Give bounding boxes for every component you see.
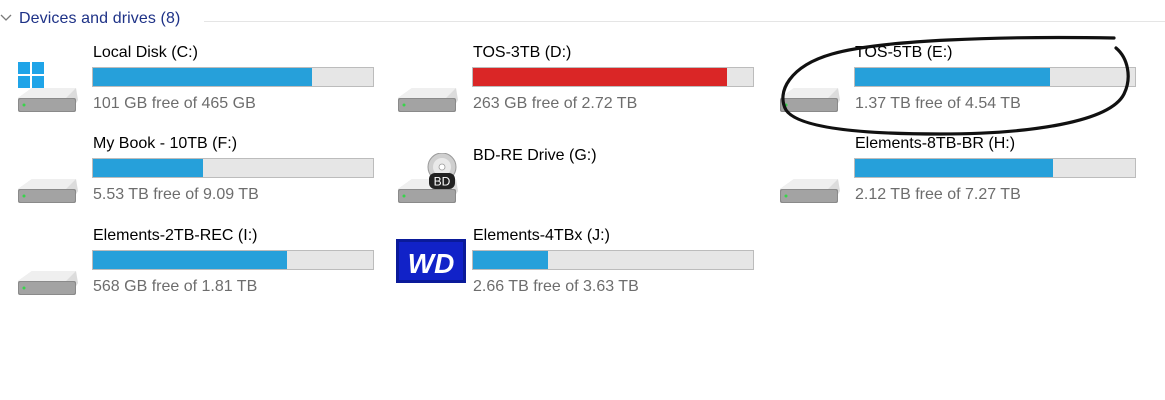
free-space-text: 568 GB free of 1.81 TB <box>93 278 258 295</box>
drive-name: Local Disk (C:) <box>93 44 198 61</box>
free-space-text: 101 GB free of 465 GB <box>93 95 256 112</box>
chevron-down-icon[interactable] <box>0 12 12 24</box>
group-divider <box>204 21 1165 22</box>
drive-name: My Book - 10TB (F:) <box>93 135 238 152</box>
drive-item-h[interactable]: Elements-8TB-BR (H:) 2.12 TB free of 7.2… <box>778 133 1158 213</box>
capacity-bar <box>854 158 1136 178</box>
bd-badge-text: BD <box>434 175 451 189</box>
drive-name: BD-RE Drive (G:) <box>473 147 597 164</box>
hard-drive-icon <box>18 179 78 203</box>
drive-item-g[interactable]: BD BD-RE Drive (G:) <box>396 133 776 213</box>
capacity-bar-fill <box>93 68 313 86</box>
capacity-bar <box>854 67 1136 87</box>
drive-name: Elements-4TBx (J:) <box>473 227 610 244</box>
drive-item-f[interactable]: My Book - 10TB (F:) 5.53 TB free of 9.09… <box>16 133 396 213</box>
drive-item-e[interactable]: TOS-5TB (E:) 1.37 TB free of 4.54 TB <box>778 42 1158 122</box>
hard-drive-icon <box>398 88 458 112</box>
capacity-bar <box>92 67 374 87</box>
capacity-bar <box>472 250 754 270</box>
hard-drive-icon <box>780 88 840 112</box>
devices-and-drives-header[interactable]: Devices and drives (8) <box>0 4 1165 32</box>
windows-drive-icon <box>18 62 78 112</box>
drive-item-j[interactable]: WD Elements-4TBx (J:) 2.66 TB free of 3.… <box>396 225 776 305</box>
bd-disc-drive-icon: BD <box>398 153 458 203</box>
drive-name: Elements-2TB-REC (I:) <box>93 227 258 244</box>
hard-drive-icon <box>18 271 78 295</box>
hard-drive-icon <box>780 179 840 203</box>
capacity-bar-fill <box>473 68 727 86</box>
capacity-bar-fill <box>473 251 548 269</box>
group-title: Devices and drives (8) <box>19 10 181 27</box>
free-space-text: 2.12 TB free of 7.27 TB <box>855 186 1021 203</box>
free-space-text: 263 GB free of 2.72 TB <box>473 95 638 112</box>
free-space-text: 2.66 TB free of 3.63 TB <box>473 278 639 295</box>
capacity-bar-fill <box>93 159 203 177</box>
drive-item-d[interactable]: TOS-3TB (D:) 263 GB free of 2.72 TB <box>396 42 776 122</box>
drive-name: TOS-3TB (D:) <box>473 44 572 61</box>
free-space-text: 1.37 TB free of 4.54 TB <box>855 95 1021 112</box>
capacity-bar <box>92 250 374 270</box>
drive-item-c[interactable]: Local Disk (C:) 101 GB free of 465 GB <box>16 42 396 122</box>
wd-logo-text: WD <box>408 248 455 279</box>
capacity-bar <box>92 158 374 178</box>
drive-name: Elements-8TB-BR (H:) <box>855 135 1016 152</box>
capacity-bar <box>472 67 754 87</box>
drive-item-i[interactable]: Elements-2TB-REC (I:) 568 GB free of 1.8… <box>16 225 396 305</box>
capacity-bar-fill <box>855 159 1054 177</box>
free-space-text: 5.53 TB free of 9.09 TB <box>93 186 259 203</box>
capacity-bar-fill <box>93 251 288 269</box>
wd-logo-icon: WD <box>396 239 466 283</box>
drive-name: TOS-5TB (E:) <box>855 44 953 61</box>
capacity-bar-fill <box>855 68 1051 86</box>
